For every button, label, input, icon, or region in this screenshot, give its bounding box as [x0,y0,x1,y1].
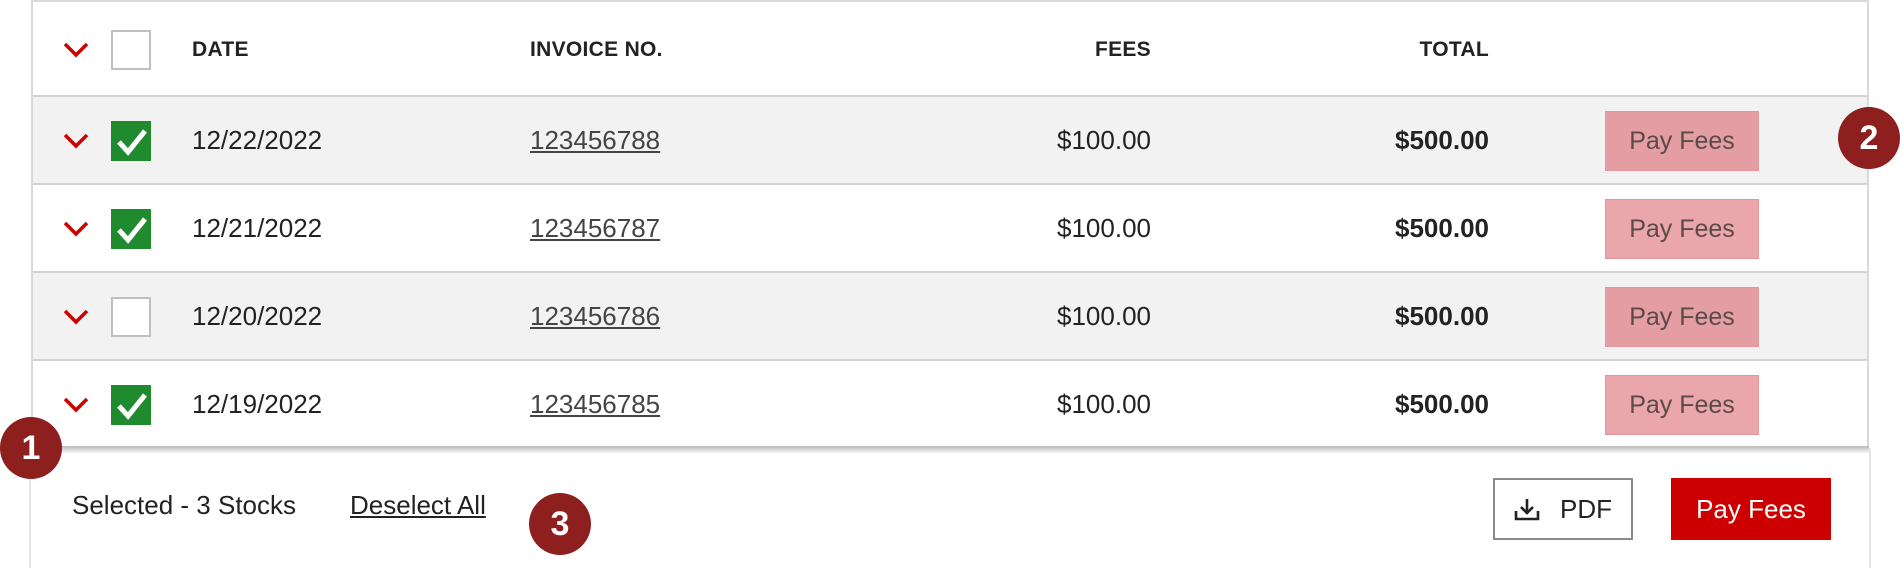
invoice-link[interactable]: 123456788 [530,125,660,156]
header-invoice: INVOICE NO. [530,38,663,61]
chevron-down-icon[interactable] [63,397,89,413]
pay-fees-button[interactable]: Pay Fees [1605,287,1759,347]
row-total: $500.00 [1395,125,1489,155]
table-header-row: DATE INVOICE NO. FEES TOTAL [33,2,1867,97]
row-fees: $100.00 [1057,301,1151,331]
annotation-badge-2: 2 [1838,107,1900,169]
header-total: TOTAL [1419,38,1489,61]
checkmark-icon [117,393,147,420]
annotation-badge-3: 3 [529,493,591,555]
row-date: 12/22/2022 [192,125,323,155]
chevron-down-icon[interactable] [63,133,89,149]
table-row: 12/21/2022 123456787 $100.00 $500.00 Pay… [33,185,1867,273]
row-total: $500.00 [1395,301,1489,331]
row-checkbox[interactable] [111,385,151,425]
invoice-link[interactable]: 123456785 [530,389,660,420]
chevron-down-icon[interactable] [63,42,89,58]
row-checkbox[interactable] [111,209,151,249]
row-total: $500.00 [1395,389,1489,419]
footer-shadow [31,446,1869,454]
pay-fees-button[interactable]: Pay Fees [1605,375,1759,435]
row-checkbox[interactable] [111,121,151,161]
row-date: 12/20/2022 [192,301,323,331]
row-fees: $100.00 [1057,213,1151,243]
chevron-down-icon[interactable] [63,221,89,237]
pay-fees-button[interactable]: Pay Fees [1605,199,1759,259]
download-icon [1514,499,1540,521]
selection-footer-bar: Selected - 3 Stocks Deselect All PDF Pay… [29,448,1871,568]
annotation-badge-1: 1 [0,417,62,479]
row-fees: $100.00 [1057,125,1151,155]
selected-count-text: Selected - 3 Stocks [72,490,296,520]
table-row: 12/22/2022 123456788 $100.00 $500.00 Pay… [33,97,1867,185]
invoices-table: DATE INVOICE NO. FEES TOTAL 12/22/2022 1… [31,0,1869,450]
header-fees: FEES [1094,38,1151,61]
pdf-label: PDF [1560,493,1612,524]
row-date: 12/21/2022 [192,213,323,243]
checkmark-icon [117,129,147,156]
header-date: DATE [192,38,249,61]
select-all-checkbox[interactable] [111,30,151,70]
deselect-all-link[interactable]: Deselect All [350,490,486,521]
row-checkbox[interactable] [111,297,151,337]
table-row: 12/19/2022 123456785 $100.00 $500.00 Pay… [33,361,1867,450]
row-total: $500.00 [1395,213,1489,243]
pay-fees-button[interactable]: Pay Fees [1605,111,1759,171]
checkmark-icon [117,217,147,244]
table-row: 12/20/2022 123456786 $100.00 $500.00 Pay… [33,273,1867,361]
pay-fees-primary-button[interactable]: Pay Fees [1671,478,1831,540]
row-fees: $100.00 [1057,389,1151,419]
invoice-link[interactable]: 123456787 [530,213,660,244]
row-date: 12/19/2022 [192,389,323,419]
pdf-download-button[interactable]: PDF [1493,478,1633,540]
chevron-down-icon[interactable] [63,309,89,325]
invoice-link[interactable]: 123456786 [530,301,660,332]
